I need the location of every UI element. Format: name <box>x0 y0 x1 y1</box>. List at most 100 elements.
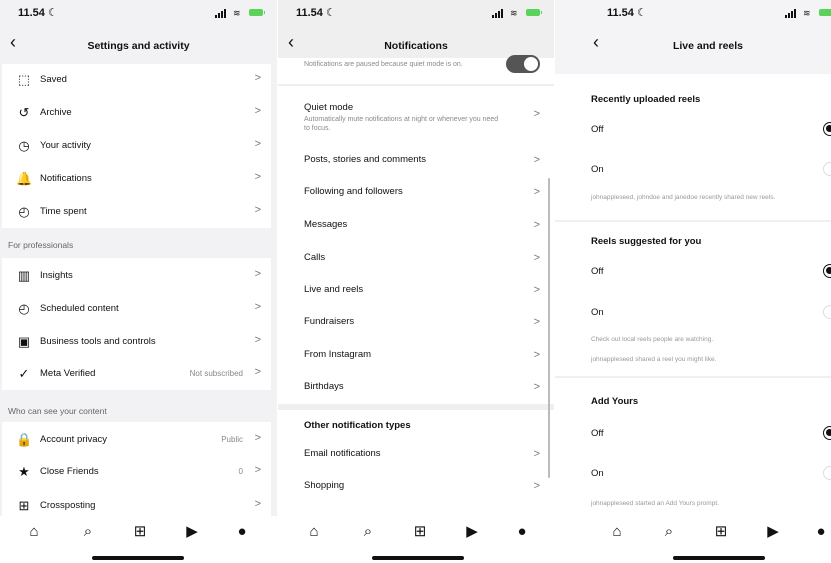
privacy-value: Public <box>221 435 243 444</box>
chevron-right-icon: > <box>254 268 261 280</box>
chevron-right-icon: > <box>533 316 540 328</box>
system-icons: ≋ <box>492 8 544 18</box>
chevron-right-icon: > <box>254 105 261 117</box>
group-note: johnappleseed started an Add Yours promp… <box>591 500 719 507</box>
row-label: Crossposting <box>40 500 96 511</box>
row-label: Quiet mode <box>304 102 354 113</box>
live-reels-screen: 11.54 ☾ ≋ ‹ Live and reels Recently uplo… <box>555 0 831 563</box>
radio-recent-off[interactable] <box>823 122 831 136</box>
group-header-recently-uploaded: Recently uploaded reels <box>591 94 701 105</box>
chevron-right-icon: > <box>254 72 261 84</box>
page-title: Live and reels <box>672 40 744 52</box>
system-icons: ≋ <box>785 8 831 18</box>
row-label: Email notifications <box>304 448 381 459</box>
notification-row-birthdays[interactable]: Birthdays > <box>304 381 540 393</box>
reels-icon[interactable]: ▶ <box>763 522 783 542</box>
notification-row-live-reels[interactable]: Live and reels > <box>304 284 540 296</box>
settings-row-archive[interactable]: ↺ Archive > <box>2 97 271 129</box>
verified-badge-icon: ✓ <box>18 366 30 381</box>
scrollbar[interactable] <box>548 178 550 478</box>
option-recent-off[interactable]: Off <box>591 124 604 135</box>
home-indicator <box>372 556 464 560</box>
section-header-other-types: Other notification types <box>304 420 411 431</box>
profile-icon[interactable]: ● <box>232 522 252 542</box>
pause-all-toggle[interactable] <box>506 55 540 73</box>
profile-icon[interactable]: ● <box>811 522 831 542</box>
create-icon[interactable]: ⊞ <box>130 522 150 542</box>
notification-row-messages[interactable]: Messages > <box>304 219 540 231</box>
radio-addyours-on[interactable] <box>823 466 831 480</box>
status-bar: 11.54 ☾ ≋ <box>0 0 277 26</box>
notification-row-following-followers[interactable]: Following and followers > <box>304 186 540 198</box>
settings-row-meta-verified[interactable]: ✓ Meta Verified Not subscribed > <box>2 358 271 390</box>
row-label: Notifications <box>40 173 92 184</box>
group-note: johnappleseed, johndoe and janedoe recen… <box>591 194 776 201</box>
notification-row-email[interactable]: Email notifications > <box>304 448 540 460</box>
radio-addyours-off[interactable] <box>823 426 831 440</box>
moon-icon: ☾ <box>48 7 58 19</box>
privacy-card: 🔒 Account privacy Public > ★ Close Friends 0 >… <box>2 422 271 522</box>
notification-row-quiet-mode[interactable]: Quiet mode Automatically mute notificati… <box>304 102 540 133</box>
settings-row-notifications[interactable]: 🔔 Notifications > <box>2 163 271 195</box>
row-label: Live and reels <box>304 284 364 295</box>
chevron-right-icon: > <box>254 204 261 216</box>
chevron-right-icon: > <box>533 154 540 166</box>
chevron-right-icon: > <box>533 252 540 264</box>
settings-row-close-friends[interactable]: ★ Close Friends 0 > <box>2 456 271 488</box>
option-suggested-on[interactable]: On <box>591 307 604 318</box>
search-icon[interactable]: ⌕ <box>659 522 679 542</box>
home-indicator <box>92 556 184 560</box>
option-addyours-on[interactable]: On <box>591 468 604 479</box>
row-label: Following and followers <box>304 186 403 197</box>
settings-row-account-privacy[interactable]: 🔒 Account privacy Public > <box>2 424 271 456</box>
settings-row-saved[interactable]: ⬚ Saved > <box>2 64 271 96</box>
notifications-list: Notifications are paused because quiet m… <box>278 58 554 516</box>
search-icon[interactable]: ⌕ <box>358 522 378 542</box>
chevron-right-icon: > <box>254 171 261 183</box>
settings-row-time-spent[interactable]: ◴ Time spent > <box>2 196 271 228</box>
settings-row-scheduled-content[interactable]: ◴ Scheduled content > <box>2 293 271 325</box>
battery-icon <box>819 9 831 16</box>
chevron-right-icon: > <box>533 108 540 120</box>
notification-row-from-instagram[interactable]: From Instagram > <box>304 349 540 361</box>
notification-row-fundraisers[interactable]: Fundraisers > <box>304 316 540 328</box>
notification-row-posts-stories-comments[interactable]: Posts, stories and comments > <box>304 154 540 166</box>
home-icon[interactable]: ⌂ <box>607 522 627 542</box>
professional-card: ▥ Insights > ◴ Scheduled content > ▣ Business… <box>2 258 271 390</box>
row-label: Saved <box>40 74 67 85</box>
create-icon[interactable]: ⊞ <box>410 522 430 542</box>
create-icon[interactable]: ⊞ <box>711 522 731 542</box>
option-suggested-off[interactable]: Off <box>591 266 604 277</box>
notification-row-calls[interactable]: Calls > <box>304 252 540 264</box>
reels-icon[interactable]: ▶ <box>182 522 202 542</box>
radio-suggested-on[interactable] <box>823 305 831 319</box>
page-title: Notifications <box>384 40 448 52</box>
divider <box>278 84 554 86</box>
bell-icon: 🔔 <box>16 171 33 186</box>
moon-icon: ☾ <box>637 7 647 19</box>
status-time: 11.54 <box>296 7 323 19</box>
chevron-right-icon: > <box>533 219 540 231</box>
wifi-icon: ≋ <box>510 8 518 18</box>
search-icon[interactable]: ⌕ <box>78 522 98 542</box>
radio-recent-on[interactable] <box>823 162 831 176</box>
notification-row-shopping[interactable]: Shopping > <box>304 480 540 492</box>
chevron-right-icon: > <box>533 448 540 460</box>
radio-suggested-off[interactable] <box>823 264 831 278</box>
row-label: Business tools and controls <box>40 336 156 347</box>
row-label: Meta Verified <box>40 368 96 379</box>
reels-icon[interactable]: ▶ <box>462 522 482 542</box>
home-icon[interactable]: ⌂ <box>24 522 44 542</box>
home-icon[interactable]: ⌂ <box>304 522 324 542</box>
section-header-who-can-see: Who can see your content <box>8 406 107 416</box>
option-recent-on[interactable]: On <box>591 164 604 175</box>
paused-note: Notifications are paused because quiet m… <box>304 61 463 68</box>
profile-icon[interactable]: ● <box>512 522 532 542</box>
settings-row-insights[interactable]: ▥ Insights > <box>2 260 271 292</box>
settings-row-business-tools[interactable]: ▣ Business tools and controls > <box>2 326 271 358</box>
system-icons: ≋ <box>215 8 267 18</box>
settings-row-your-activity[interactable]: ◷ Your activity > <box>2 130 271 162</box>
settings-activity-screen: 11.54 ☾ ≋ ‹ Settings and activity ⬚ Saved… <box>0 0 277 563</box>
option-addyours-off[interactable]: Off <box>591 428 604 439</box>
archive-icon: ↺ <box>18 105 30 120</box>
